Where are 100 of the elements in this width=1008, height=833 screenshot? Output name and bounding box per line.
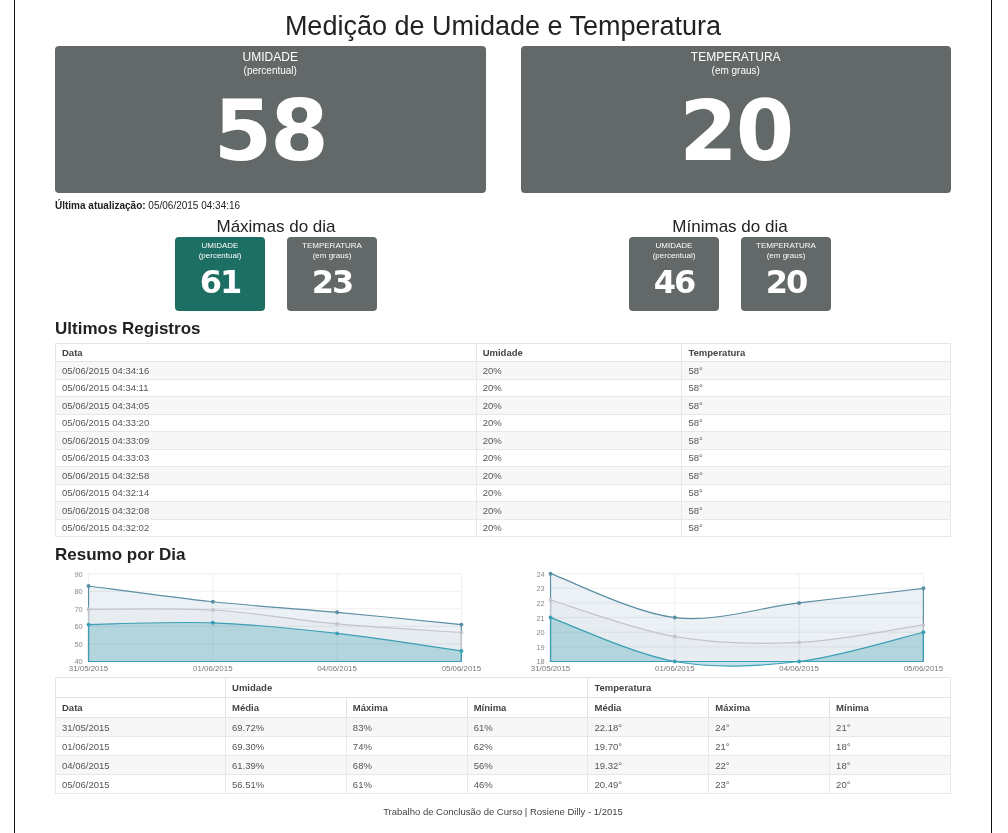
- table-cell: 58°: [682, 379, 951, 397]
- table-cell: 05/06/2015 04:34:16: [55, 361, 477, 379]
- table-cell: 58°: [682, 501, 951, 519]
- table-cell: 22°: [708, 755, 830, 775]
- table-cell: 05/06/2015 04:32:14: [55, 484, 477, 502]
- table-cell: 05/06/2015 04:33:03: [55, 449, 477, 467]
- table-cell: 20%: [476, 449, 682, 467]
- table-cell: 05/06/2015 04:33:09: [55, 431, 477, 449]
- table-cell: 18°: [829, 755, 951, 775]
- column-header: Umidade: [476, 343, 682, 362]
- card-unit: (em graus): [711, 65, 760, 77]
- table-cell: 20%: [476, 519, 682, 537]
- footer-text: Trabalho de Conclusão de Curso | Rosiene Dilly - 1/2015: [382, 806, 624, 817]
- page-title: Medição de Umidade e Temperatura: [283, 10, 723, 42]
- table-cell: 74%: [346, 736, 468, 756]
- table-cell: 05/06/2015 04:33:20: [55, 414, 477, 432]
- data-point: [672, 634, 677, 639]
- table-cell: 04/06/2015: [55, 755, 226, 775]
- table-cell: 05/06/2015 04:34:05: [55, 396, 477, 414]
- table-cell: 05/06/2015 04:34:11: [55, 379, 477, 397]
- data-point: [548, 571, 553, 576]
- table-cell: 24°: [708, 717, 830, 737]
- table-cell: 61%: [346, 774, 468, 794]
- table-cell: 68%: [346, 755, 468, 775]
- table-cell: 20%: [476, 396, 682, 414]
- table-cell: 20%: [476, 414, 682, 432]
- table-cell: 61.39%: [225, 755, 347, 775]
- column-group-header: Temperatura: [588, 677, 951, 698]
- data-point: [459, 648, 464, 653]
- data-point: [335, 621, 340, 626]
- table-cell: 83%: [346, 717, 468, 737]
- data-point: [86, 584, 91, 588]
- data-point: [921, 586, 926, 591]
- table-cell: 31/05/2015: [55, 717, 226, 737]
- table-cell: 18°: [829, 736, 951, 756]
- column-header: Data: [55, 343, 477, 362]
- section-title: Resumo por Dia: [55, 545, 187, 565]
- card-unit: (percentual): [198, 251, 242, 261]
- table-cell: 05/06/2015: [55, 774, 226, 794]
- card-unit: (em graus): [312, 251, 352, 261]
- data-point: [921, 630, 926, 635]
- card-label: TEMPERATURA: [302, 241, 362, 251]
- axis-tick-label: 04/06/2015: [317, 664, 357, 674]
- table-cell: 20%: [476, 379, 682, 397]
- axis-tick-label: 05/06/2015: [903, 664, 944, 674]
- data-point: [86, 622, 91, 627]
- table-cell: 58°: [682, 519, 951, 537]
- axis-tick-label: 04/06/2015: [779, 664, 819, 674]
- table-cell: 58°: [682, 431, 951, 449]
- table-cell: 58°: [682, 414, 951, 432]
- table-cell: 20%: [476, 501, 682, 519]
- table-cell: 20%: [476, 431, 682, 449]
- card-label: UMIDADE: [655, 241, 693, 251]
- axis-tick-label: 01/06/2015: [193, 664, 233, 674]
- card-value: 20: [765, 265, 807, 298]
- data-point: [459, 630, 464, 635]
- data-point: [797, 640, 802, 645]
- group-title: Mínimas do dia: [672, 217, 788, 237]
- table-cell: 58°: [682, 449, 951, 467]
- data-point: [86, 607, 91, 612]
- card-value: 61: [199, 265, 241, 298]
- data-point: [797, 600, 802, 605]
- last-update-text: Última atualização: 05/06/2015 04:34:16: [55, 200, 242, 211]
- data-point: [335, 610, 340, 615]
- data-point: [797, 659, 802, 664]
- table-cell: 61%: [467, 717, 588, 737]
- table-cell: 19.70°: [588, 736, 709, 756]
- data-point: [210, 608, 215, 612]
- table-cell: 20.49°: [588, 774, 709, 794]
- column-header: Mínima: [829, 697, 951, 718]
- table-cell: 05/06/2015 04:32:58: [55, 466, 477, 484]
- column-header: Máxima: [708, 697, 830, 718]
- card-label: UMIDADE: [242, 50, 298, 65]
- table-cell: 20%: [476, 361, 682, 379]
- card-unit: (em graus): [766, 251, 806, 261]
- column-header: Média: [588, 697, 709, 718]
- data-point: [335, 631, 340, 636]
- table-cell: 62%: [467, 736, 588, 756]
- axis-tick-label: 31/05/2015: [530, 664, 571, 674]
- table-cell: 58°: [682, 361, 951, 379]
- data-point: [548, 598, 553, 602]
- table-cell: 22.18°: [588, 717, 709, 737]
- table-cell: 20%: [476, 484, 682, 502]
- table-cell: 69.72%: [225, 717, 347, 737]
- table-cell: 58°: [682, 466, 951, 484]
- table-cell: 19.32°: [588, 755, 709, 775]
- column-header: Máxima: [346, 697, 468, 718]
- table-cell: 20°: [829, 774, 951, 794]
- data-point: [210, 620, 215, 625]
- axis-tick-label: 31/05/2015: [68, 664, 109, 674]
- card-unit: (percentual): [243, 65, 297, 77]
- card-label: TEMPERATURA: [756, 241, 816, 251]
- data-point: [672, 615, 677, 620]
- data-point: [210, 599, 215, 604]
- axis-tick-label: 01/06/2015: [655, 664, 695, 674]
- table-cell: 58°: [682, 396, 951, 414]
- card-label: UMIDADE: [201, 241, 239, 251]
- table-cell: 58°: [682, 484, 951, 502]
- card-value: 23: [311, 265, 353, 298]
- card-unit: (percentual): [652, 251, 696, 261]
